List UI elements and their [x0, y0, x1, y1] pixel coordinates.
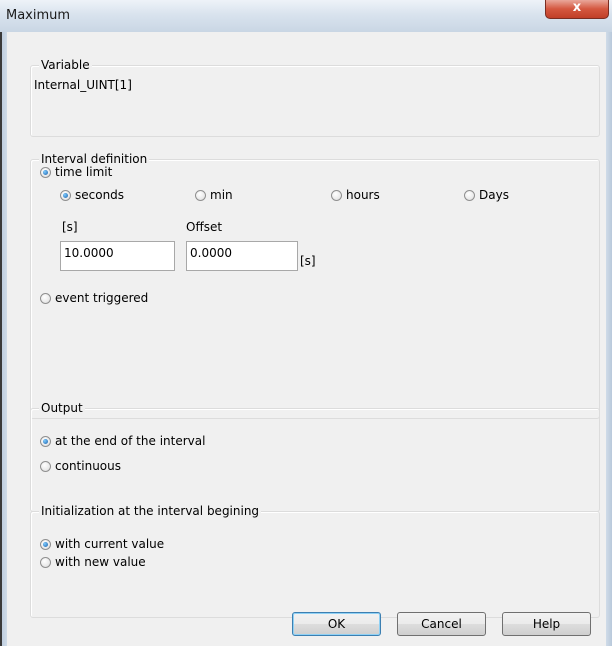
continuous-label: continuous — [55, 459, 121, 473]
window-title: Maximum — [6, 8, 71, 23]
radio-unchecked-icon — [464, 189, 475, 201]
cancel-button[interactable]: Cancel — [397, 612, 486, 636]
days-radio[interactable]: Days — [464, 188, 509, 202]
radio-unchecked-icon — [40, 556, 51, 568]
hours-label: hours — [346, 188, 380, 202]
window-frame-right — [606, 32, 612, 646]
min-label: min — [210, 188, 233, 202]
radio-unchecked-icon — [331, 189, 342, 201]
event-triggered-radio[interactable]: event triggered — [40, 291, 148, 305]
with-current-value-label: with current value — [55, 537, 165, 551]
radio-checked-icon — [40, 538, 51, 550]
output-group: Output at the end of the interval contin… — [30, 401, 600, 512]
offset-value-input[interactable]: 0.0000 — [186, 241, 298, 271]
with-new-value-radio[interactable]: with new value — [40, 555, 146, 569]
seconds-label: seconds — [75, 188, 125, 202]
with-current-value-radio[interactable]: with current value — [40, 537, 164, 551]
radio-checked-icon — [60, 189, 71, 201]
help-button[interactable]: Help — [502, 612, 591, 636]
with-new-value-label: with new value — [55, 555, 146, 569]
interval-seconds-label: [s] — [62, 220, 78, 234]
radio-unchecked-icon — [40, 292, 51, 304]
interval-definition-group: Interval definition time limit seconds m… — [30, 152, 600, 419]
interval-value-input[interactable]: 10.0000 — [60, 241, 175, 271]
dialog-client-area: Variable Internal_UINT[1] Interval defin… — [7, 32, 606, 646]
continuous-radio[interactable]: continuous — [40, 459, 121, 473]
hours-radio[interactable]: hours — [331, 188, 380, 202]
variable-group: Variable Internal_UINT[1] — [30, 58, 600, 137]
offset-unit-label: [s] — [300, 254, 316, 268]
seconds-radio[interactable]: seconds — [60, 188, 124, 202]
min-radio[interactable]: min — [195, 188, 233, 202]
end-of-interval-label: at the end of the interval — [55, 434, 206, 448]
variable-group-label: Variable — [39, 58, 92, 72]
radio-unchecked-icon — [40, 460, 51, 472]
radio-checked-icon — [40, 166, 51, 178]
title-bar[interactable]: Maximum x — [0, 0, 612, 32]
close-button[interactable]: x — [545, 0, 609, 19]
radio-checked-icon — [40, 435, 51, 447]
interval-definition-group-label: Interval definition — [39, 152, 150, 166]
offset-label: Offset — [186, 220, 223, 234]
initialization-group: Initialization at the interval begining … — [30, 504, 600, 618]
days-label: Days — [479, 188, 509, 202]
variable-value: Internal_UINT[1] — [34, 78, 132, 92]
ok-button[interactable]: OK — [292, 612, 381, 636]
event-triggered-label: event triggered — [55, 291, 149, 305]
time-limit-radio[interactable]: time limit — [40, 165, 112, 179]
radio-unchecked-icon — [195, 189, 206, 201]
initialization-group-label: Initialization at the interval begining — [39, 504, 262, 518]
end-of-interval-radio[interactable]: at the end of the interval — [40, 434, 205, 448]
window-frame-left — [0, 32, 7, 646]
output-group-label: Output — [39, 401, 85, 415]
time-limit-label: time limit — [55, 165, 113, 179]
